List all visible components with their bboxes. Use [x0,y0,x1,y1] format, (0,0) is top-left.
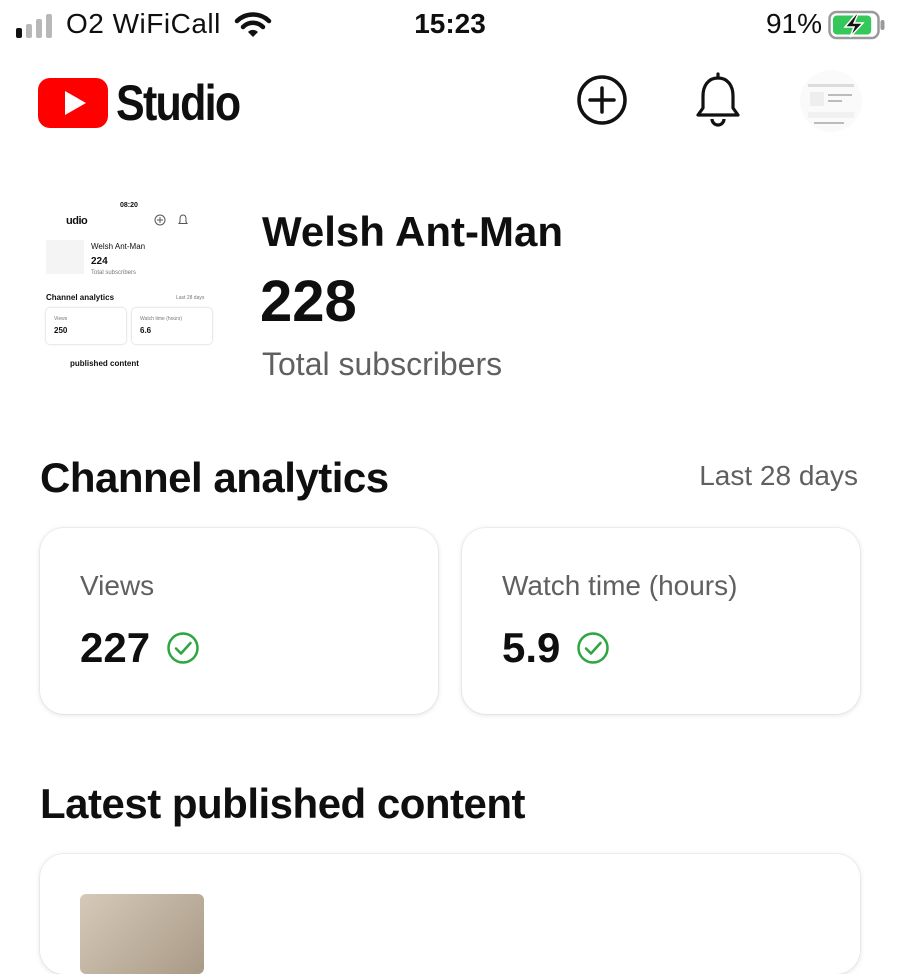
avatar-line [828,94,852,96]
subscriber-count: 228 [260,269,357,334]
avatar-line [828,100,842,102]
thumb-analytics-title: Channel analytics [46,293,115,302]
thumb-sub-label: Total subscribers [91,270,137,276]
subscriber-label: Total subscribers [262,346,503,382]
analytics-title: Channel analytics [40,454,389,501]
watch-time-card[interactable]: Watch time (hours) 5.9 [462,528,860,714]
watch-time-label: Watch time (hours) [502,570,738,601]
logo-text: Studio [116,75,241,131]
avatar-line [814,122,844,124]
thumb-watch-card: Watch time (hours) 6.6 [132,308,212,344]
youtube-play-icon [38,78,108,128]
thumb-bell-icon [178,214,188,224]
app-header: Studio [0,60,900,146]
battery-charging-icon [828,10,885,40]
thumb-views-card: Views 250 [46,308,126,344]
views-card[interactable]: Views 227 [40,528,438,714]
avatar-thumb [810,92,824,106]
thumb-watch-label: Watch time (hours) [140,316,183,322]
plus-circle-icon [577,75,627,125]
battery-percent: 91% [765,8,822,39]
thumb-logo-text: udio [66,215,88,227]
video-thumbnail[interactable] [80,894,204,974]
create-button[interactable] [574,72,630,128]
thumb-sub-count: 224 [91,256,108,267]
thumb-image [46,240,84,274]
thumb-time: 08:20 [120,202,138,209]
thumb-period: Last 28 days [176,295,205,301]
thumb-views-label: Views [54,316,68,322]
account-avatar[interactable] [800,70,862,132]
views-label: Views [80,570,155,601]
thumb-views-value: 250 [54,326,68,335]
latest-content-card[interactable] [40,854,860,974]
channel-thumbnail[interactable]: 08:20 udio Welsh Ant-Man 224 Total subsc… [38,198,218,378]
youtube-studio-logo[interactable]: Studio [38,74,260,132]
avatar-line [808,84,854,87]
watch-time-value-row: 5.9 [502,624,610,672]
notifications-button[interactable] [690,72,746,128]
thumb-watch-value: 6.6 [140,326,152,335]
check-circle-icon [167,632,199,664]
analytics-period: Last 28 days [699,460,858,491]
thumb-plus-icon [154,214,166,226]
latest-content-title: Latest published content [40,780,526,827]
avatar-block [808,112,854,118]
check-circle-icon [577,632,610,664]
watch-time-value: 5.9 [502,624,561,671]
thumb-channel-name: Welsh Ant-Man [91,242,146,251]
views-value-row: 227 [80,624,200,672]
bell-icon [696,72,740,127]
status-bar: O2 WiFiCall 15:23 91% [0,0,900,50]
views-value: 227 [80,624,151,671]
thumb-latest-title: published content [70,359,139,368]
channel-name: Welsh Ant-Man [262,208,563,255]
